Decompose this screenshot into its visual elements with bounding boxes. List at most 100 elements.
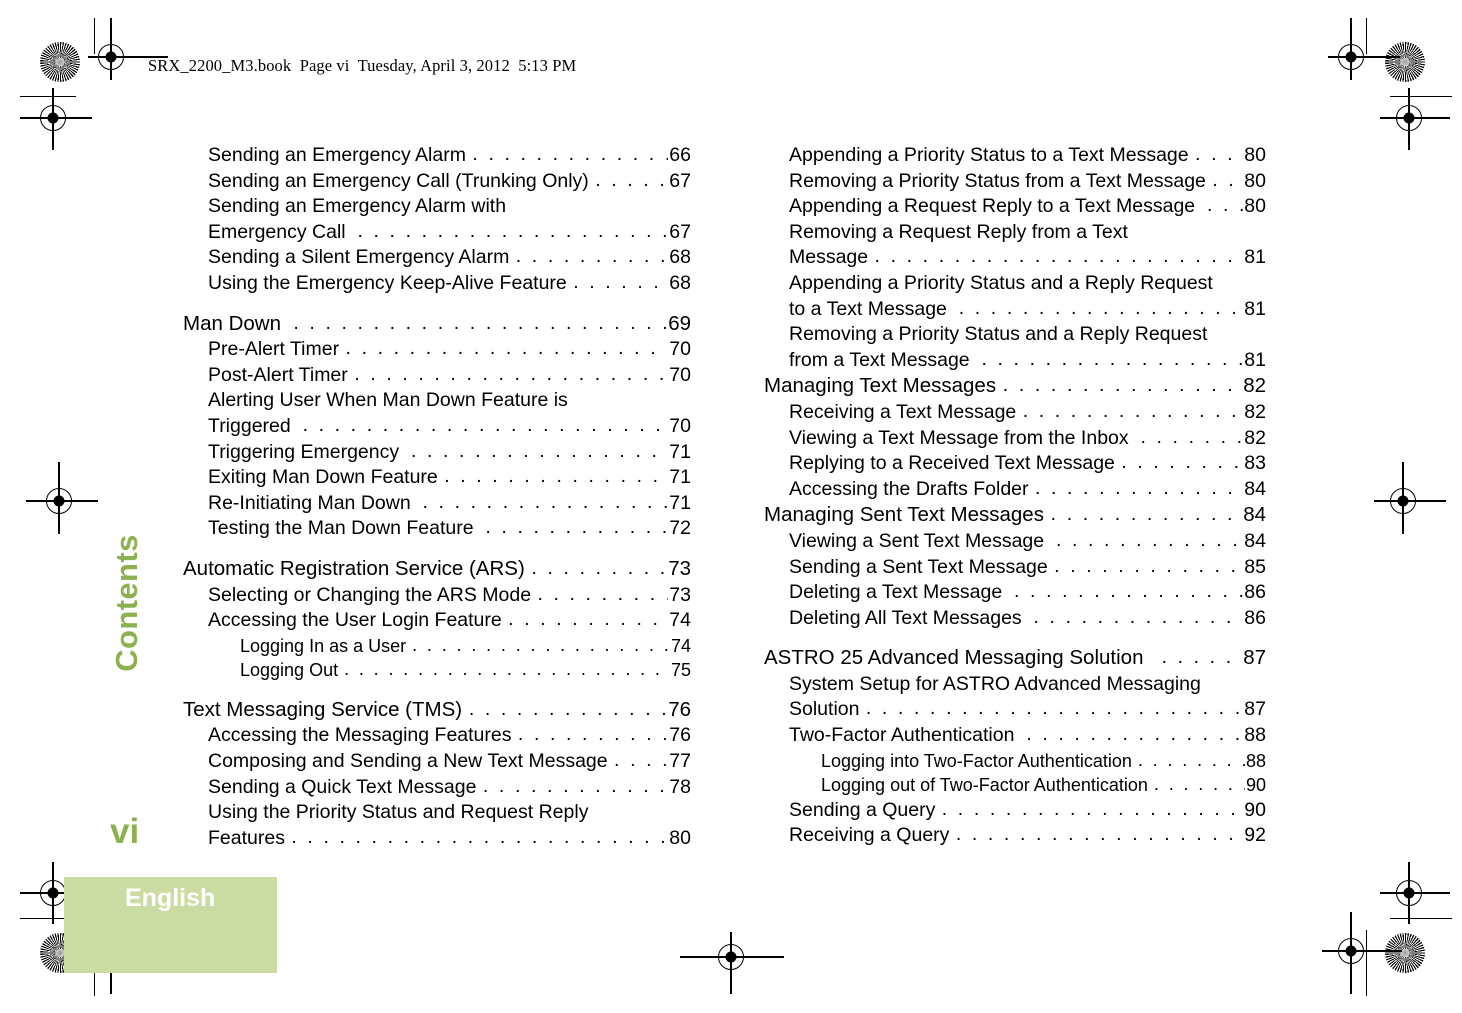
toc-entry[interactable]: Solution . . . . . . . . . . . . . . . .… (789, 697, 1266, 723)
toc-entry-title: Removing a Priority Status from a Text M… (789, 169, 1212, 192)
toc-entry-page-number: 90 (1244, 798, 1266, 821)
toc-entry[interactable]: Composing and Sending a New Text Message… (208, 749, 691, 775)
toc-entry-title: Appending a Request Reply to a Text Mess… (789, 195, 1206, 218)
toc-entry[interactable]: Removing a Request Reply from a Text (789, 220, 1266, 246)
toc-entry[interactable]: Message . . . . . . . . . . . . . . . . … (789, 245, 1266, 271)
toc-entry[interactable]: Triggered . . . . . . . . . . . . . . . … (208, 414, 691, 440)
toc-entry[interactable]: Sending an Emergency Alarm with (208, 194, 691, 220)
registration-crosshair-line (730, 932, 732, 994)
toc-entry[interactable]: Removing a Priority Status from a Text M… (789, 169, 1266, 195)
toc-entry[interactable]: Logging In as a User . . . . . . . . . .… (240, 634, 691, 659)
toc-entry[interactable]: Deleting All Text Messages . . . . . . .… (789, 606, 1266, 632)
toc-entry[interactable]: System Setup for ASTRO Advanced Messagin… (789, 672, 1266, 698)
toc-entry-title: Two-Factor Authentication (789, 724, 1026, 747)
toc-entry[interactable]: Using the Emergency Keep-Alive Feature .… (208, 271, 691, 297)
toc-entry[interactable]: Re-Initiating Man Down . . . . . . . . .… (208, 491, 691, 517)
toc-entry-title: Appending a Priority Status and a Reply … (789, 271, 1213, 294)
toc-entry[interactable]: Managing Text Messages . . . . . . . . .… (764, 373, 1266, 400)
toc-entry-title: Sending an Emergency Alarm with (208, 195, 507, 218)
toc-entry-page-number: 87 (1244, 698, 1266, 721)
toc-dot-leader: . . . . . . . . . . . . . . . . . . . . … (1206, 194, 1243, 217)
toc-group-spacer (183, 542, 691, 556)
toc-entry[interactable]: Accessing the Drafts Folder . . . . . . … (789, 477, 1266, 503)
registration-crosshair-line (1402, 462, 1404, 534)
toc-entry-page-number: 81 (1244, 246, 1266, 269)
toc-entry[interactable]: Managing Sent Text Messages . . . . . . … (764, 502, 1266, 529)
toc-entry[interactable]: Sending an Emergency Call (Trunking Only… (208, 169, 691, 195)
toc-entry[interactable]: Logging into Two-Factor Authentication .… (821, 749, 1266, 774)
toc-entry[interactable]: Emergency Call . . . . . . . . . . . . .… (208, 220, 691, 246)
toc-entry[interactable]: Using the Priority Status and Request Re… (208, 800, 691, 826)
toc-entry-page-number: 82 (1244, 426, 1266, 449)
toc-entry[interactable]: Alerting User When Man Down Feature is (208, 388, 691, 414)
toc-entry[interactable]: Sending a Quick Text Message . . . . . .… (208, 775, 691, 801)
toc-entry-page-number: 80 (1244, 169, 1266, 192)
toc-entry[interactable]: Automatic Registration Service (ARS) . .… (183, 556, 691, 583)
toc-entry[interactable]: Appending a Priority Status and a Reply … (789, 271, 1266, 297)
toc-entry-title: Logging into Two-Factor Authentication (821, 750, 1137, 771)
toc-entry[interactable]: to a Text Message . . . . . . . . . . . … (789, 297, 1266, 323)
toc-entry[interactable]: Post-Alert Timer . . . . . . . . . . . .… (208, 363, 691, 389)
toc-entry[interactable]: Viewing a Text Message from the Inbox . … (789, 426, 1266, 452)
toc-entry-title: Selecting or Changing the ARS Mode (208, 583, 537, 606)
toc-entry-title: Logging Out (240, 660, 344, 681)
toc-entry[interactable]: Appending a Priority Status to a Text Me… (789, 143, 1266, 169)
toc-entry-title: Sending a Query (789, 798, 941, 821)
registration-crosshair-line (1350, 912, 1352, 994)
toc-dot-leader: . . . . . . . . . . . . . . . . . . . . … (1022, 399, 1244, 422)
toc-entry-title: Viewing a Sent Text Message (789, 529, 1055, 552)
toc-entry[interactable]: from a Text Message . . . . . . . . . . … (789, 348, 1266, 374)
toc-entry[interactable]: Selecting or Changing the ARS Mode . . .… (208, 583, 691, 609)
toc-entry[interactable]: Two-Factor Authentication . . . . . . . … (789, 723, 1266, 749)
toc-entry[interactable]: Sending an Emergency Alarm . . . . . . .… (208, 143, 691, 169)
toc-entry[interactable]: Logging out of Two-Factor Authentication… (821, 773, 1266, 798)
toc-entry-title: Sending an Emergency Alarm (208, 144, 472, 166)
toc-entry[interactable]: Sending a Sent Text Message . . . . . . … (789, 555, 1266, 581)
toc-dot-leader: . . . . . . . . . . . . . . . . . . . . … (1161, 646, 1243, 669)
toc-entry[interactable]: ASTRO 25 Advanced Messaging Solution . .… (764, 645, 1266, 672)
toc-entry-page-number: 74 (669, 609, 691, 632)
toc-entry[interactable]: Accessing the Messaging Features . . . .… (208, 723, 691, 749)
toc-entry[interactable]: Receiving a Text Message . . . . . . . .… (789, 400, 1266, 426)
toc-column-left: Sending an Emergency Alarm . . . . . . .… (183, 143, 691, 851)
toc-dot-leader: . . . . . . . . . . . . . . . . . . . . … (517, 723, 668, 746)
toc-entry[interactable]: Receiving a Query . . . . . . . . . . . … (789, 823, 1266, 849)
toc-entry[interactable]: Text Messaging Service (TMS) . . . . . .… (183, 697, 691, 724)
toc-entry[interactable]: Sending a Query . . . . . . . . . . . . … (789, 798, 1266, 824)
toc-entry[interactable]: Logging Out . . . . . . . . . . . . . . … (240, 658, 691, 683)
registration-starburst-mark-bottom-right (1385, 933, 1425, 973)
toc-entry-page-number: 68 (669, 271, 691, 294)
toc-entry-page-number: 73 (668, 556, 691, 580)
toc-dot-leader: . . . . . . . . . . . . . . . . . . . . … (345, 337, 669, 360)
toc-entry-page-number: 85 (1244, 555, 1266, 578)
toc-dot-leader: . . . . . . . . . . . . . . . . . . . . … (1033, 605, 1244, 628)
toc-entry[interactable]: Pre-Alert Timer . . . . . . . . . . . . … (208, 337, 691, 363)
toc-entry-title: Managing Text Messages (764, 374, 1002, 398)
toc-dot-leader: . . . . . . . . . . . . . . . . . . . . … (1121, 451, 1243, 474)
toc-entry[interactable]: Accessing the User Login Feature . . . .… (208, 608, 691, 634)
toc-entry-title: System Setup for ASTRO Advanced Messagin… (789, 672, 1201, 695)
toc-entry-page-number: 76 (669, 724, 691, 747)
toc-dot-leader: . . . . . . . . . . . . . . . . . . . . … (485, 516, 668, 539)
trim-line (1390, 918, 1452, 920)
toc-entry[interactable]: Exiting Man Down Feature . . . . . . . .… (208, 465, 691, 491)
toc-entry-title: Text Messaging Service (TMS) (183, 697, 468, 721)
toc-entry[interactable]: Deleting a Text Message . . . . . . . . … (789, 580, 1266, 606)
toc-entry[interactable]: Testing the Man Down Feature . . . . . .… (208, 516, 691, 542)
toc-entry-page-number: 68 (669, 246, 691, 269)
toc-entry[interactable]: Viewing a Sent Text Message . . . . . . … (789, 529, 1266, 555)
toc-entry[interactable]: Triggering Emergency . . . . . . . . . .… (208, 440, 691, 466)
toc-entry[interactable]: Sending a Silent Emergency Alarm . . . .… (208, 245, 691, 271)
toc-dot-leader: . . . . . . . . . . . . . . . . . . . . … (410, 439, 668, 462)
registration-crosshair-line (1380, 117, 1450, 119)
registration-crosshair-line (58, 462, 60, 534)
toc-entry[interactable]: Features . . . . . . . . . . . . . . . .… (208, 826, 691, 852)
toc-entry[interactable]: Replying to a Received Text Message . . … (789, 451, 1266, 477)
toc-entry[interactable]: Appending a Request Reply to a Text Mess… (789, 194, 1266, 220)
toc-entry[interactable]: Man Down . . . . . . . . . . . . . . . .… (183, 311, 691, 338)
toc-entry[interactable]: Removing a Priority Status and a Reply R… (789, 322, 1266, 348)
toc-dot-leader: . . . . . . . . . . . . . . . . . . . . … (955, 823, 1243, 846)
toc-entry-title: Emergency Call (208, 220, 357, 243)
toc-dot-leader: . . . . . . . . . . . . . . . . . . . . … (1026, 723, 1243, 746)
toc-entry-page-number: 83 (1244, 452, 1266, 475)
